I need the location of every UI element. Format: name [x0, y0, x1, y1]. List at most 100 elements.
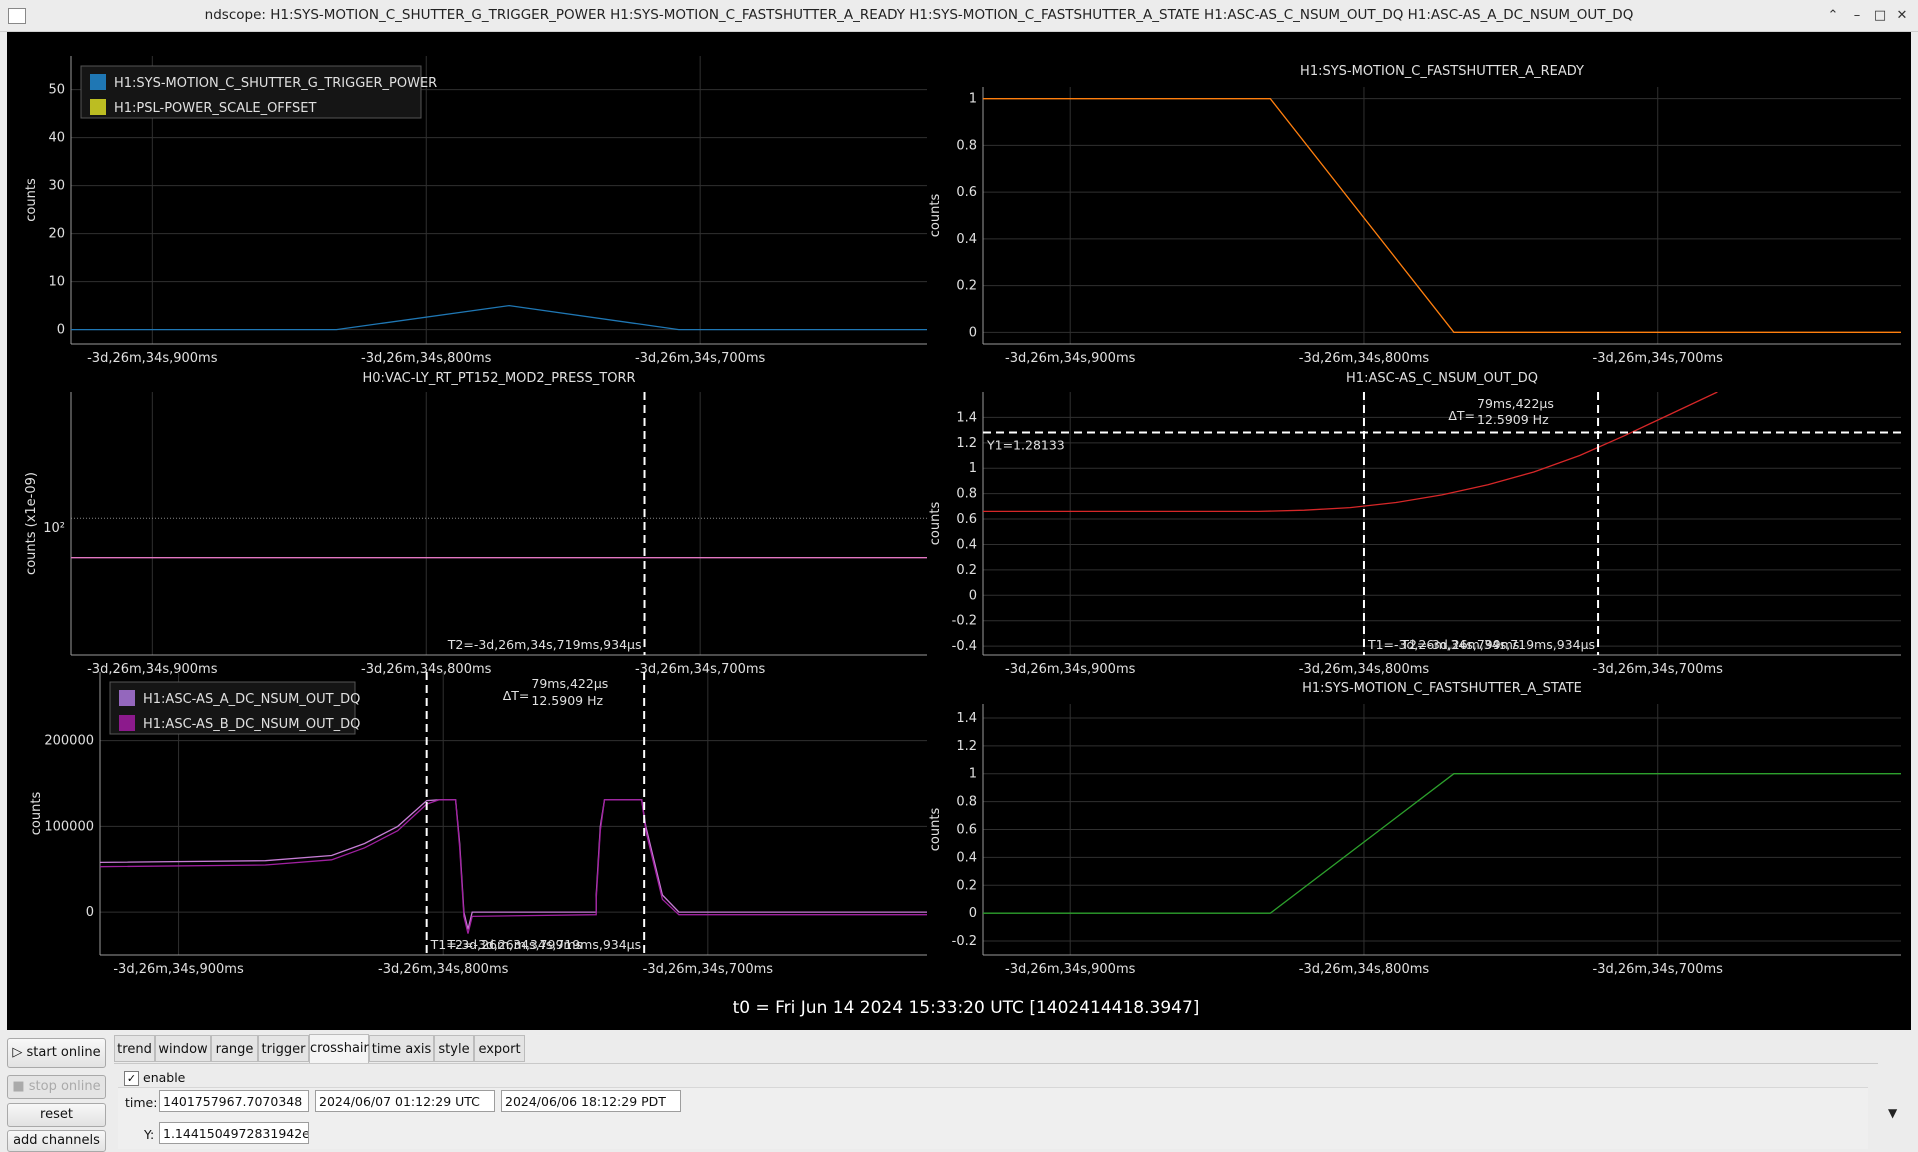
plot-title: H0:VAC-LY_RT_PT152_MOD2_PRESS_TORR — [362, 371, 635, 386]
x-tick-label: -3d,26m,34s,800ms — [1299, 962, 1430, 977]
y-tick-label: -0.2 — [952, 614, 977, 629]
y-tick-label: 200000 — [44, 734, 94, 749]
close-icon[interactable]: ✕ — [1892, 6, 1912, 26]
collapse-arrow-icon[interactable]: ▼ — [1888, 1106, 1897, 1120]
tab-window[interactable]: window — [155, 1035, 211, 1062]
y-tick-label: 40 — [48, 131, 65, 146]
enable-label: enable — [143, 1070, 186, 1085]
reset-button[interactable]: reset — [7, 1103, 106, 1127]
y-tick-label: -0.4 — [952, 639, 977, 654]
tab-style[interactable]: style — [434, 1035, 474, 1062]
time-gps-field[interactable]: 1401757967.7070348 — [159, 1090, 309, 1112]
delta-t-value: 79ms,422µs — [1477, 396, 1554, 411]
x-tick-label: -3d,26m,34s,900ms — [1005, 351, 1136, 366]
legend-swatch — [119, 715, 135, 731]
y-label: Y: — [144, 1127, 155, 1142]
tab-range[interactable]: range — [211, 1035, 258, 1062]
tab-crosshair[interactable]: crosshair — [309, 1034, 369, 1063]
series-line — [100, 799, 927, 930]
tab-time-axis[interactable]: time axis — [369, 1035, 434, 1062]
add-channels-button[interactable]: add channels — [7, 1130, 106, 1152]
legend-label: H1:SYS-MOTION_C_SHUTTER_G_TRIGGER_POWER — [114, 76, 437, 91]
y-tick-label: 0.8 — [956, 487, 977, 502]
y-tick-label: 20 — [48, 227, 65, 242]
x-tick-label: -3d,26m,34s,900ms — [1005, 662, 1136, 677]
cursor-label: T2=-3d,26m,34s,719ms,934µs — [446, 937, 641, 952]
delta-t-label: ΔT= — [1448, 408, 1475, 423]
x-tick-label: -3d,26m,34s,700ms — [635, 662, 766, 677]
y-tick-label: 1.2 — [956, 436, 977, 451]
y-axis-label: counts — [24, 178, 39, 222]
y-tick-label: 0 — [969, 906, 977, 921]
legend-swatch — [90, 99, 106, 115]
plots-canvas[interactable]: 01020304050-3d,26m,34s,900ms -3d,26m,34s,… — [7, 32, 1911, 1030]
x-tick-label: -3d,26m,34s,800ms — [361, 351, 492, 366]
x-tick-label: -3d,26m,34s,800ms — [1299, 351, 1430, 366]
x-tick-label: -3d,26m,34s,700ms — [1593, 962, 1724, 977]
tab-trend[interactable]: trend — [114, 1035, 155, 1062]
y-tick-label: 10 — [48, 275, 65, 290]
x-tick-label: -3d,26m,34s,800ms — [378, 962, 509, 977]
series-line — [983, 773, 1901, 914]
y-tick-label: 100000 — [44, 819, 94, 834]
shade-icon[interactable]: ⌃ — [1823, 6, 1843, 26]
time-label: time: — [125, 1095, 158, 1110]
series-line — [983, 98, 1901, 333]
maximize-icon[interactable]: □ — [1870, 6, 1890, 26]
plot-panel-6[interactable]: -0.2 0 0.2 0.4 0.6 0.8 1 1.2 1.4 -3d,26m,34s,900m… — [928, 681, 1901, 977]
app-icon — [8, 8, 26, 24]
plot-panel-5[interactable]: 0 100000 200000 -3d,26m,34s,900ms -3d,26m,34… — [29, 672, 927, 977]
y-tick-label: 0.8 — [956, 795, 977, 810]
y-tick-label: 1.2 — [956, 739, 977, 754]
y-tick-label: 10² — [43, 521, 65, 536]
x-tick-label: -3d,26m,34s,800ms — [1299, 662, 1430, 677]
stop-online-button[interactable]: ■ stop online — [7, 1075, 106, 1099]
y-tick-label: 0.4 — [956, 537, 977, 552]
y-tick-label: 0.6 — [956, 512, 977, 527]
enable-checkbox[interactable]: ✓ — [124, 1071, 139, 1086]
plot-area[interactable]: 0 10 20 30 40 50 -3d,26m,34s,900ms -3d,26m,34s,… — [7, 32, 1911, 1030]
y-axis-label: counts — [928, 808, 943, 852]
y-tick-label: 0.2 — [956, 878, 977, 893]
y-tick-label: 1 — [969, 767, 977, 782]
y-axis-label: counts (x1e-09) — [24, 472, 39, 575]
t0-label: t0 = Fri Jun 14 2024 15:33:20 UTC [14024… — [732, 998, 1200, 1018]
minimize-icon[interactable]: – — [1847, 6, 1867, 26]
x-tick-label: -3d,26m,34s,900ms — [113, 962, 244, 977]
y-tick-label: 1 — [969, 461, 977, 476]
tab-trigger[interactable]: trigger — [258, 1035, 309, 1062]
y-axis-label: counts — [928, 502, 943, 546]
y-tick-label: 0 — [969, 588, 977, 603]
y-tick-label: 30 — [48, 179, 65, 194]
start-online-button[interactable]: ▷ start online — [7, 1038, 106, 1068]
y-tick-label: 0.2 — [956, 279, 977, 294]
y-tick-label: 0 — [86, 905, 94, 920]
x-tick-label: -3d,26m,34s,900ms — [87, 351, 218, 366]
delta-freq-value: 12.5909 Hz — [1477, 412, 1549, 427]
legend-label: H1:PSL-POWER_SCALE_OFFSET — [114, 101, 316, 116]
y-value-field[interactable]: 1.1441504972831942e-07 — [159, 1122, 309, 1144]
plot-panel-1[interactable]: 0 10 20 30 40 50 -3d,26m,34s,900ms -3d,26m,34s,… — [24, 56, 927, 366]
time-utc-field[interactable]: 2024/06/07 01:12:29 UTC — [315, 1090, 495, 1112]
plot-panel-2[interactable]: 0 0.2 0.4 0.6 0.8 1 -3d,26m,34s,900ms -3d,26m,3… — [928, 64, 1901, 366]
plot-panel-4[interactable]: -0.4 -0.2 0 0.2 0.4 0.6 0.8 1 1.2 1.4 -3d,26m,34s,… — [928, 371, 1901, 677]
plot-panel-3[interactable]: 10²-3d,26m,34s,900ms -3d,26m,34s,800ms -3d… — [24, 371, 927, 677]
x-tick-label: -3d,26m,34s,700ms — [1593, 351, 1724, 366]
cursor-label: T2=-3d,26m,34s,719ms,934µs — [447, 637, 642, 652]
legend-label: H1:ASC-AS_B_DC_NSUM_OUT_DQ — [143, 717, 360, 732]
x-tick-label: -3d,26m,34s,900ms — [1005, 962, 1136, 977]
x-tick-label: -3d,26m,34s,700ms — [635, 351, 766, 366]
y-tick-label: 0.4 — [956, 850, 977, 865]
y-tick-label: 0.4 — [956, 232, 977, 247]
y-cursor-label: Y1=1.28133 — [986, 437, 1065, 452]
delta-t-value: 79ms,422µs — [531, 676, 608, 691]
time-pdt-field[interactable]: 2024/06/06 18:12:29 PDT — [501, 1090, 681, 1112]
delta-freq-value: 12.5909 Hz — [531, 693, 603, 708]
tab-export[interactable]: export — [474, 1035, 525, 1062]
y-tick-label: 0.6 — [956, 185, 977, 200]
y-axis-label: counts — [29, 792, 44, 836]
plot-title: H1:SYS-MOTION_C_FASTSHUTTER_A_STATE — [1302, 681, 1582, 696]
y-tick-label: 0.8 — [956, 138, 977, 153]
x-tick-label: -3d,26m,34s,700ms — [1593, 662, 1724, 677]
cursor-label: T2=-3d,26m,34s,719ms,934µs — [1400, 637, 1595, 652]
